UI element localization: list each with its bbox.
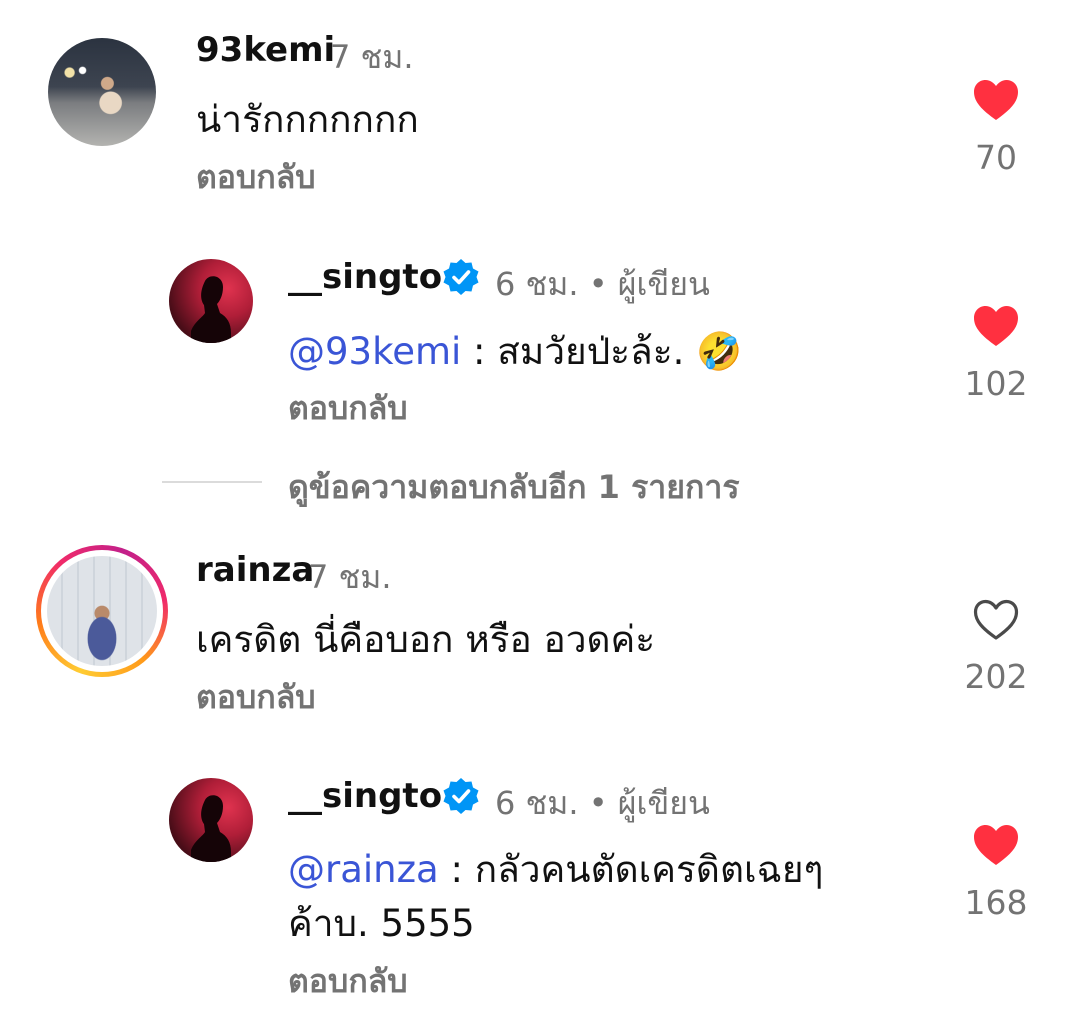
- divider: [162, 481, 262, 483]
- reply-text-content: : กลัวคนตัดเครดิตเฉยๆ: [438, 848, 824, 891]
- reply-button[interactable]: ตอบกลับ: [196, 152, 316, 203]
- verified-badge-icon: [443, 259, 479, 295]
- comment-username[interactable]: rainza: [196, 550, 314, 590]
- profile-silhouette-icon: [191, 795, 231, 862]
- like-count: 202: [964, 657, 1028, 696]
- reply-button[interactable]: ตอบกลับ: [288, 956, 408, 1007]
- reply-text-content: : สมวัยป่ะล้ะ. 🤣: [461, 330, 743, 373]
- avatar-singto[interactable]: [169, 778, 253, 862]
- like-count: 102: [964, 364, 1028, 403]
- comment-time: 7 ชม.: [330, 38, 414, 76]
- reply-time-author: 6 ชม. • ผู้เขียน: [495, 784, 710, 822]
- reply-time-author: 6 ชม. • ผู้เขียน: [495, 265, 710, 303]
- verified-badge-icon: [443, 778, 479, 814]
- like-count: 70: [975, 138, 1017, 177]
- reply-username[interactable]: __singto: [288, 257, 442, 297]
- reply-text: @rainza : กลัวคนตัดเครดิตเฉยๆ: [288, 840, 823, 899]
- heart-outline-icon[interactable]: [972, 598, 1020, 642]
- comment-time: 7 ชม.: [308, 558, 392, 596]
- comment-text: เครดิต นี่คือบอก หรือ อวดค่ะ: [196, 618, 656, 661]
- view-more-replies-button[interactable]: ดูข้อความตอบกลับอีก 1 รายการ: [288, 462, 740, 513]
- reply-text-line2: ค้าบ. 5555: [288, 902, 475, 945]
- comment-text: น่ารักกกกกกก: [196, 98, 419, 141]
- heart-filled-icon[interactable]: [972, 78, 1020, 122]
- profile-silhouette-icon: [191, 276, 231, 343]
- like-count: 168: [964, 883, 1028, 922]
- avatar-93kemi[interactable]: [48, 38, 156, 146]
- reply-text: @93kemi : สมวัยป่ะล้ะ. 🤣: [288, 322, 742, 381]
- reply-button[interactable]: ตอบกลับ: [288, 383, 408, 434]
- avatar-singto[interactable]: [169, 259, 253, 343]
- reply-username[interactable]: __singto: [288, 776, 442, 816]
- heart-filled-icon[interactable]: [972, 304, 1020, 348]
- mention-link[interactable]: @93kemi: [288, 330, 461, 373]
- comment-username[interactable]: 93kemi: [196, 30, 335, 70]
- avatar-rainza[interactable]: [47, 556, 157, 666]
- mention-link[interactable]: @rainza: [288, 848, 439, 891]
- heart-filled-icon[interactable]: [972, 823, 1020, 867]
- reply-button[interactable]: ตอบกลับ: [196, 672, 316, 723]
